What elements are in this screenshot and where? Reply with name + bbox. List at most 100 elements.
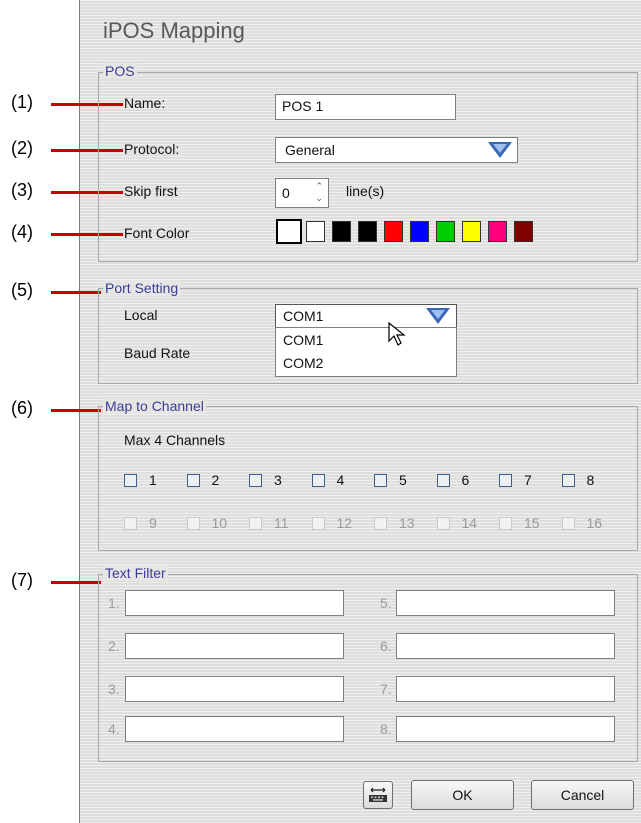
dialog-title: iPOS Mapping: [103, 18, 245, 43]
filter-number-label: 5.: [380, 595, 392, 611]
font-color-swatch[interactable]: [514, 221, 533, 242]
keyboard-button[interactable]: [363, 781, 393, 809]
channel-checkbox[interactable]: [249, 517, 262, 530]
port-setting-legend: Port Setting: [103, 280, 181, 296]
channel-number-label: 8: [586, 472, 595, 488]
channel-number-label: 16: [586, 515, 603, 531]
map-to-channel-group: [98, 406, 638, 551]
channel-checkbox[interactable]: [499, 517, 512, 530]
font-color-label: Font Color: [124, 225, 190, 241]
font-color-swatch[interactable]: [306, 221, 325, 242]
local-port-value: COM1: [283, 308, 324, 324]
font-color-current[interactable]: [276, 219, 302, 244]
local-port-dropdown[interactable]: COM1: [275, 304, 457, 328]
channel-checkbox[interactable]: [249, 474, 262, 487]
dropdown-arrow-icon[interactable]: [488, 142, 512, 158]
channel-checkbox[interactable]: [124, 517, 137, 530]
filter-number-label: 7.: [380, 681, 392, 697]
channel-number-label: 3: [274, 472, 282, 488]
channel-number-label: 15: [524, 515, 540, 531]
filter-number-label: 6.: [380, 638, 392, 654]
channel-number-label: 1: [149, 472, 157, 488]
port-option-com1[interactable]: COM1: [283, 332, 323, 348]
filter-number-label: 3.: [108, 681, 120, 697]
filter-text-input[interactable]: [396, 633, 615, 659]
skip-value: 0: [282, 185, 290, 201]
callout-1: (1): [11, 92, 33, 112]
channel-number-label: 4: [336, 472, 345, 488]
cancel-button[interactable]: Cancel: [531, 780, 634, 810]
font-color-swatch[interactable]: [488, 221, 507, 242]
skip-unit-label: line(s): [346, 183, 385, 199]
port-option-com2[interactable]: COM2: [283, 355, 323, 371]
font-color-swatch[interactable]: [332, 221, 351, 242]
font-color-swatch[interactable]: [462, 221, 481, 242]
channel-number-label: 2: [211, 472, 220, 488]
filter-text-input[interactable]: [396, 716, 615, 742]
skip-spinner[interactable]: 0 ⌃ ⌄: [275, 178, 329, 208]
channel-checkbox[interactable]: [186, 474, 200, 487]
channel-checkbox[interactable]: [561, 474, 575, 487]
filter-text-input[interactable]: [125, 590, 344, 616]
channel-number-label: 7: [524, 472, 532, 488]
font-color-swatch[interactable]: [410, 221, 429, 242]
channel-checkbox[interactable]: [499, 474, 512, 487]
callout-4: (4): [11, 222, 33, 242]
filter-text-input[interactable]: [125, 633, 344, 659]
name-input[interactable]: POS 1: [275, 94, 456, 120]
callout-line-7: [51, 581, 101, 584]
channel-number-label: 5: [399, 472, 407, 488]
filter-text-input[interactable]: [125, 716, 344, 742]
channel-checkbox[interactable]: [436, 517, 450, 530]
protocol-label: Protocol:: [124, 141, 180, 157]
font-color-swatch[interactable]: [384, 221, 403, 242]
spin-up-icon[interactable]: ⌃: [315, 180, 323, 192]
channel-number-label: 12: [336, 515, 353, 531]
channel-checkbox[interactable]: [186, 517, 200, 530]
channel-number-label: 9: [149, 515, 157, 531]
channel-number-label: 13: [399, 515, 415, 531]
callout-line-6: [51, 409, 101, 412]
filter-number-label: 8.: [380, 721, 392, 737]
dropdown-arrow-icon[interactable]: [426, 308, 450, 324]
callout-5: (5): [11, 280, 33, 300]
channel-checkbox[interactable]: [124, 474, 137, 487]
filter-text-input[interactable]: [125, 676, 344, 702]
filter-number-label: 1.: [108, 595, 120, 611]
channel-number-label: 10: [211, 515, 228, 531]
callout-6: (6): [11, 398, 33, 418]
channel-checkbox[interactable]: [561, 517, 575, 530]
channel-number-label: 11: [274, 515, 289, 531]
port-dropdown-list: COM1 COM2: [275, 327, 457, 377]
font-color-swatch[interactable]: [358, 221, 377, 242]
callout-line-5: [51, 291, 101, 294]
protocol-value: General: [285, 142, 335, 158]
filter-text-input[interactable]: [396, 676, 615, 702]
callout-3: (3): [11, 180, 33, 200]
channel-number-label: 14: [461, 515, 478, 531]
callout-7: (7): [11, 570, 33, 590]
filter-number-label: 4.: [108, 721, 120, 737]
map-to-channel-legend: Map to Channel: [103, 398, 206, 414]
skip-label: Skip first: [124, 183, 178, 199]
channel-checkbox[interactable]: [436, 474, 450, 487]
name-label: Name:: [124, 95, 166, 111]
channel-checkbox[interactable]: [311, 517, 325, 530]
baud-rate-label: Baud Rate: [124, 345, 191, 361]
mouse-cursor-icon: [388, 321, 406, 346]
channel-number-label: 6: [461, 472, 470, 488]
keyboard-icon: [369, 787, 387, 802]
ok-button[interactable]: OK: [411, 780, 514, 810]
protocol-dropdown[interactable]: General: [275, 137, 518, 163]
channel-checkbox[interactable]: [374, 474, 387, 487]
channel-checkbox[interactable]: [311, 474, 325, 487]
channel-checkbox[interactable]: [374, 517, 387, 530]
spin-down-icon[interactable]: ⌄: [315, 192, 323, 204]
local-label: Local: [124, 307, 158, 323]
font-color-swatch[interactable]: [436, 221, 455, 242]
max-channels-text: Max 4 Channels: [124, 432, 226, 448]
filter-number-label: 2.: [108, 638, 120, 654]
pos-legend: POS: [103, 63, 137, 79]
callout-2: (2): [11, 138, 33, 158]
filter-text-input[interactable]: [396, 590, 615, 616]
